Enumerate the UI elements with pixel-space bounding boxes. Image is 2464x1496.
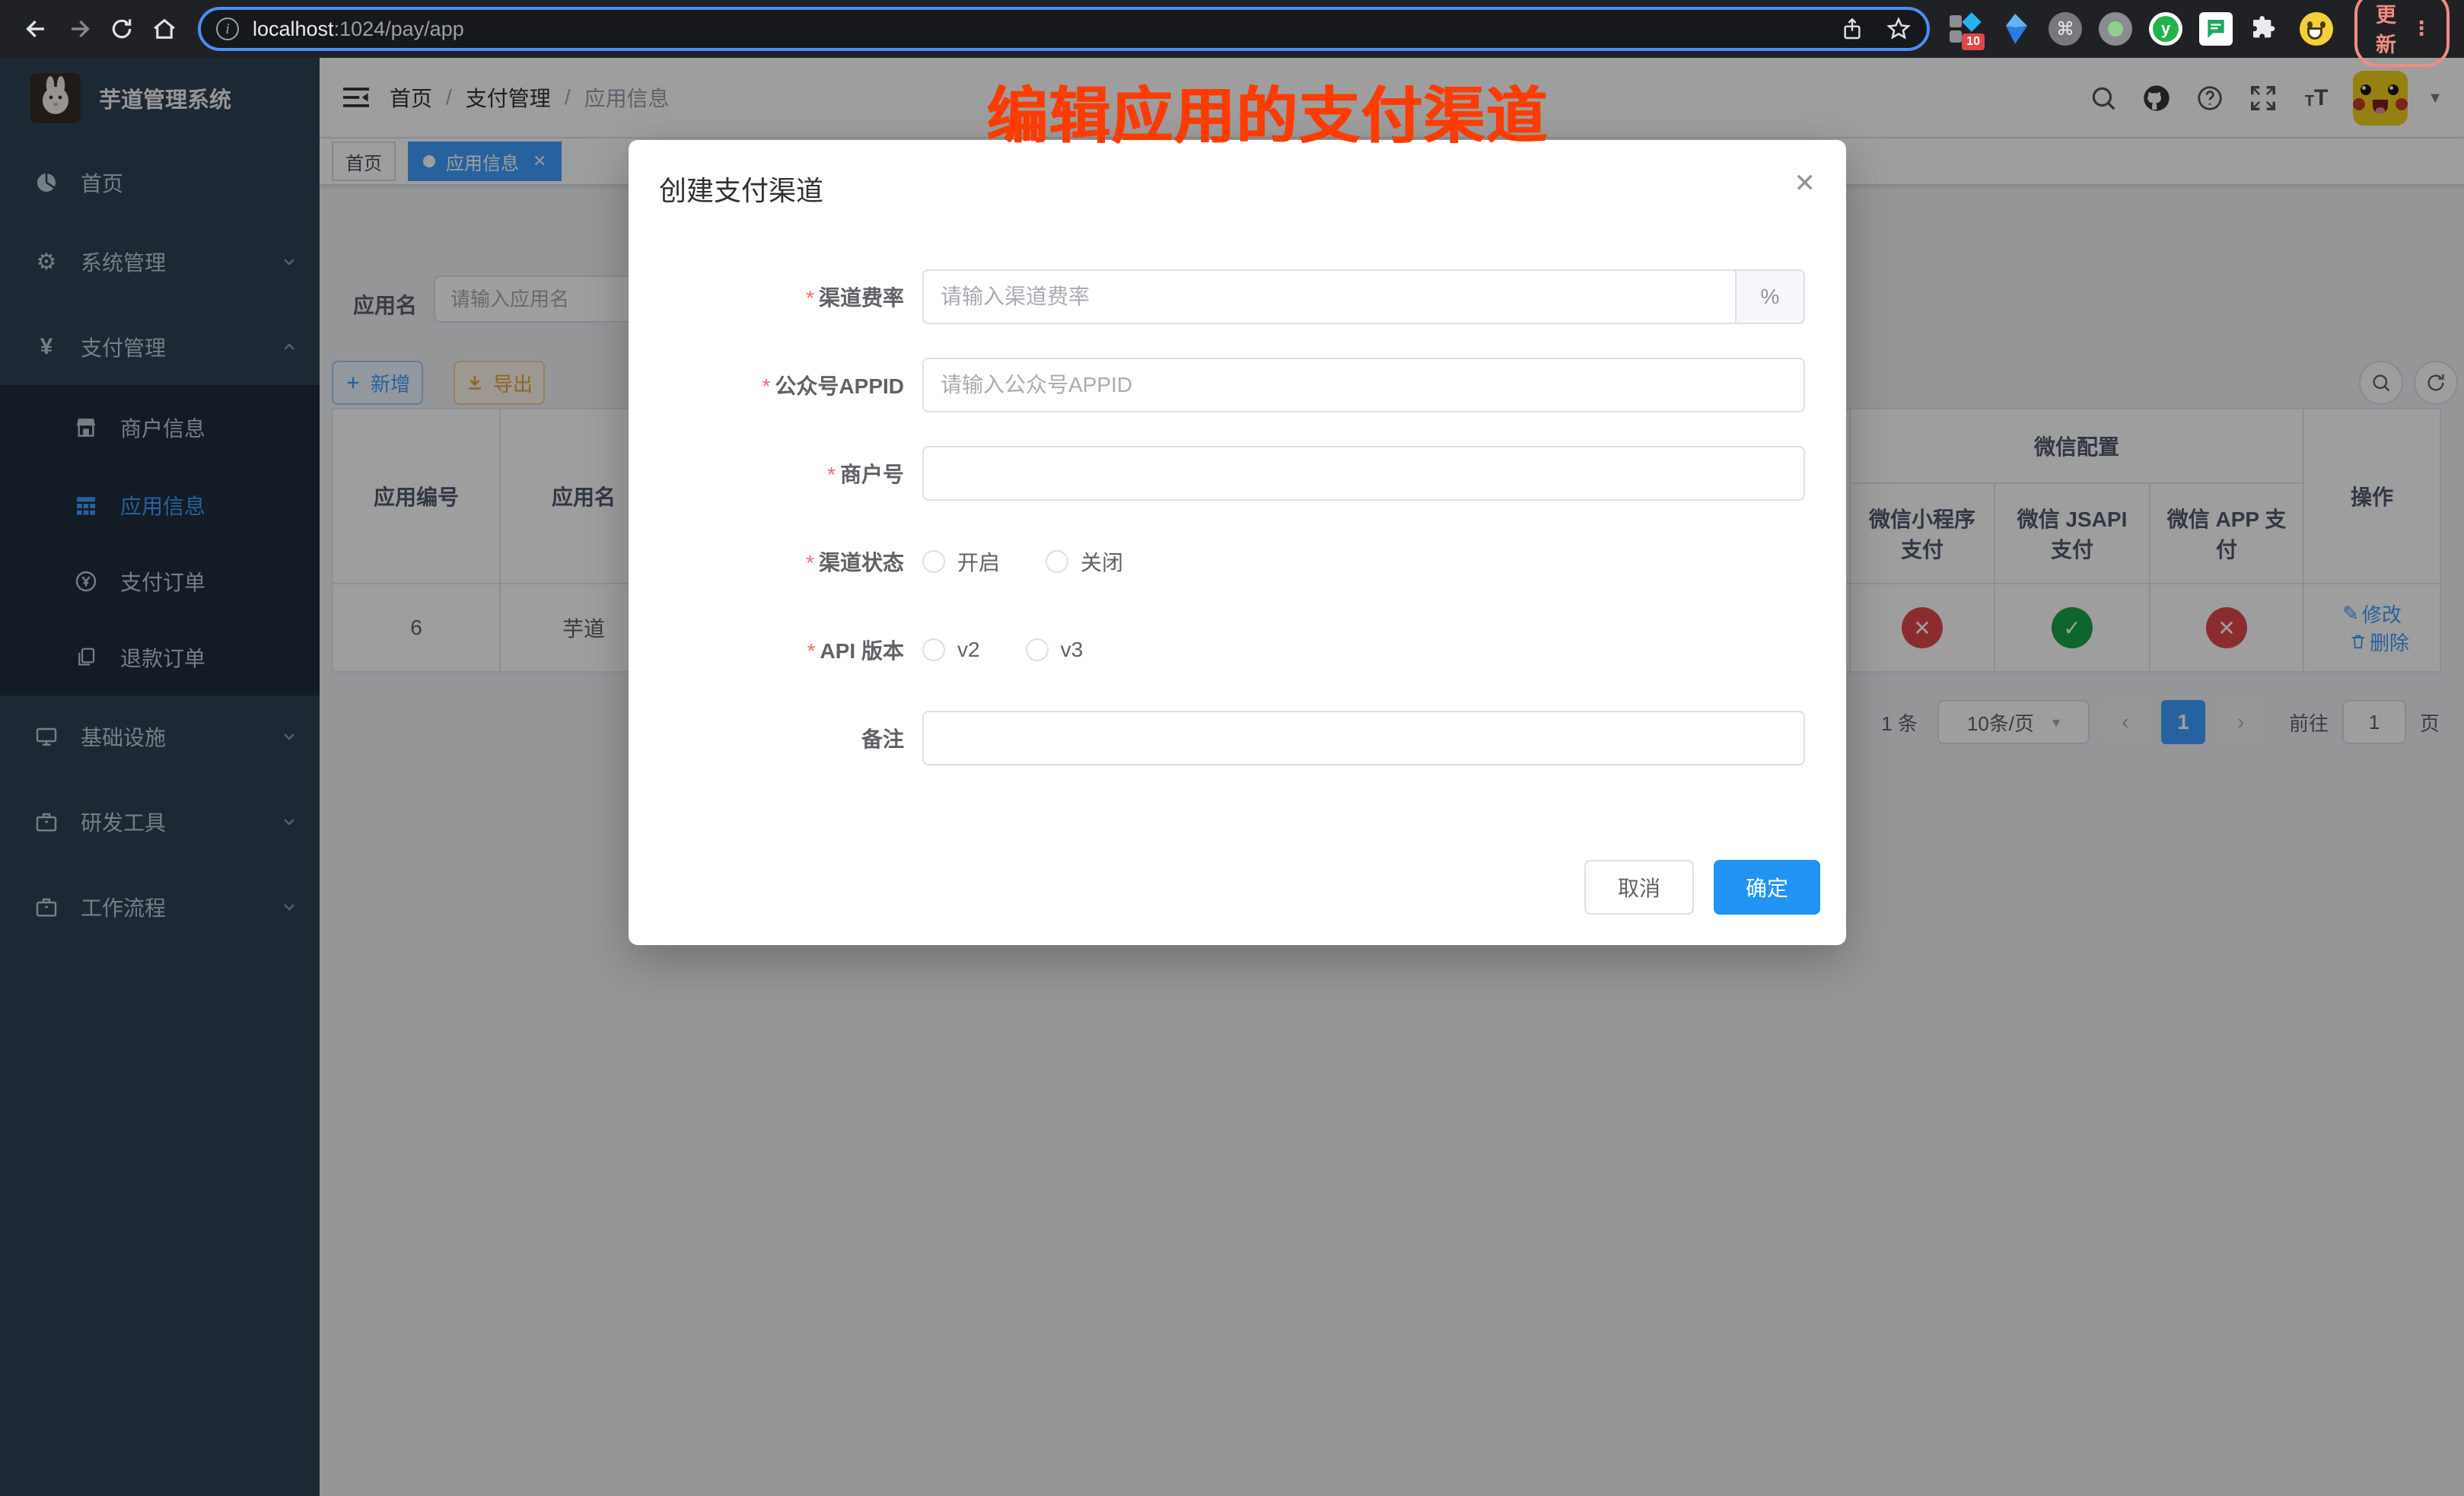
browser-menu-icon[interactable]: ⋮ <box>2411 17 2431 40</box>
required-mark: * <box>806 286 814 310</box>
url-bar[interactable]: i localhost:1024/pay/app <box>198 7 1930 51</box>
rate-label: *渠道费率 <box>629 282 922 312</box>
profile-avatar-icon[interactable] <box>2300 12 2333 46</box>
annotation-text: 编辑应用的支付渠道 <box>986 67 1548 155</box>
extension-puzzle-icon[interactable] <box>2249 12 2283 46</box>
extension-y-icon[interactable]: y <box>2149 12 2182 46</box>
extension-chat-icon[interactable] <box>2199 12 2233 46</box>
browser-update-button[interactable]: 更新 ⋮ <box>2354 0 2450 67</box>
page: i localhost:1024/pay/app 10 ⌘ y <box>0 0 2464 1496</box>
update-label: 更新 <box>2376 0 2396 58</box>
rate-input-group: % <box>922 269 1805 324</box>
form-row-merchant: *商户号 <box>629 446 1846 501</box>
create-channel-dialog: 创建支付渠道 ✕ *渠道费率 % *公众号APPID *商户号 <box>629 140 1846 945</box>
radio-icon <box>1046 550 1068 573</box>
radio-label: 关闭 <box>1081 546 1123 577</box>
app-shell: 芋道管理系统 首页 ⚙ 系统管理 ¥ 支付管理 <box>0 58 2464 1496</box>
url-text[interactable]: localhost:1024/pay/app <box>253 18 1819 41</box>
api-label: *API 版本 <box>629 635 922 665</box>
dialog-title: 创建支付渠道 <box>659 169 823 208</box>
required-mark: * <box>807 639 816 663</box>
browser-home-icon[interactable] <box>143 8 186 50</box>
confirm-label: 确定 <box>1746 872 1788 902</box>
form-row-api: *API 版本 v2 v3 <box>629 622 1846 677</box>
rate-input[interactable] <box>924 271 1735 323</box>
browser-forward-icon[interactable] <box>58 8 100 50</box>
extension-recorder-icon[interactable] <box>2099 12 2132 46</box>
status-label: *渠道状态 <box>629 546 922 577</box>
extension-kite-icon[interactable] <box>1998 12 2032 46</box>
browser-reload-icon[interactable] <box>100 8 143 50</box>
extension-blocks-icon[interactable]: 10 <box>1948 12 1982 46</box>
bookmark-star-icon[interactable] <box>1886 16 1912 42</box>
url-path: :1024/pay/app <box>334 18 464 40</box>
extensions-row: 10 ⌘ y <box>1948 12 2333 46</box>
form-row-remark: 备注 <box>629 711 1846 766</box>
cancel-button[interactable]: 取消 <box>1584 860 1694 915</box>
cancel-label: 取消 <box>1618 872 1660 902</box>
radio-icon <box>922 638 945 661</box>
remark-label: 备注 <box>629 723 922 753</box>
merchant-input[interactable] <box>922 446 1805 501</box>
radio-label: 开启 <box>957 546 1000 577</box>
extension-badge: 10 <box>1962 33 1985 50</box>
site-info-icon[interactable]: i <box>216 18 239 40</box>
radio-label: v2 <box>957 638 980 662</box>
dialog-footer: 取消 确定 <box>1584 860 1820 915</box>
appid-label: *公众号APPID <box>629 370 922 400</box>
share-icon[interactable] <box>1840 17 1864 41</box>
required-mark: * <box>806 551 814 575</box>
extension-command-icon[interactable]: ⌘ <box>2049 12 2082 46</box>
merchant-label: *商户号 <box>629 458 922 489</box>
browser-chrome: i localhost:1024/pay/app 10 ⌘ y <box>0 0 2464 58</box>
form-row-appid: *公众号APPID <box>629 358 1846 412</box>
form-row-status: *渠道状态 开启 关闭 <box>629 534 1846 589</box>
radio-label: v3 <box>1061 638 1084 662</box>
close-icon[interactable]: ✕ <box>1794 170 1816 196</box>
status-open-radio[interactable]: 开启 <box>922 546 1000 577</box>
api-v2-radio[interactable]: v2 <box>922 638 980 662</box>
form-row-rate: *渠道费率 % <box>629 269 1846 324</box>
remark-input[interactable] <box>922 711 1805 766</box>
confirm-button[interactable]: 确定 <box>1714 860 1820 915</box>
api-v3-radio[interactable]: v3 <box>1026 638 1084 662</box>
appid-input[interactable] <box>922 358 1805 412</box>
required-mark: * <box>827 463 836 486</box>
radio-icon <box>1026 638 1049 661</box>
radio-icon <box>922 550 945 573</box>
required-mark: * <box>762 374 771 398</box>
percent-suffix: % <box>1735 271 1803 323</box>
status-closed-radio[interactable]: 关闭 <box>1046 546 1123 577</box>
url-host: localhost <box>253 18 334 40</box>
browser-back-icon[interactable] <box>15 8 58 50</box>
